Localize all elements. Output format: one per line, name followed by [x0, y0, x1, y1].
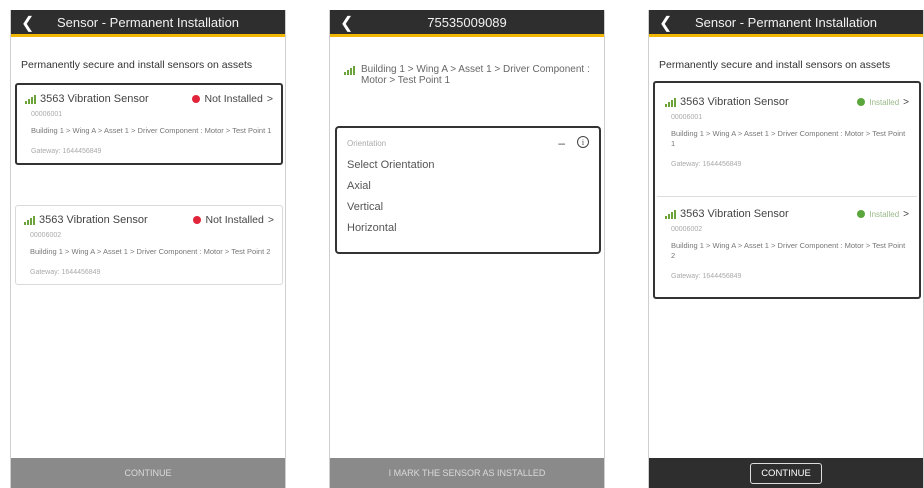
signal-bars-icon [24, 215, 35, 225]
screen-title: Sensor - Permanent Installation [694, 14, 878, 30]
sensor-serial: 00006001 [31, 111, 63, 118]
asset-breadcrumb: Building 1 > Wing A > Asset 1 > Driver C… [330, 37, 604, 86]
info-icon[interactable]: i [577, 136, 589, 148]
mark-installed-button[interactable]: I MARK THE SENSOR AS INSTALLED [330, 458, 604, 488]
intro-text: Permanently secure and install sensors o… [21, 59, 253, 71]
chevron-right-icon: > [903, 208, 909, 220]
sensor-name-row: 3563 Vibration Sensor [25, 93, 149, 105]
status-badge: Installed > [857, 209, 909, 220]
sensor-name: 3563 Vibration Sensor [39, 214, 148, 226]
divider [657, 196, 917, 197]
continue-bar: CONTINUE [649, 458, 923, 488]
sensor-name: 3563 Vibration Sensor [680, 208, 789, 220]
sensor-path: Building 1 > Wing A > Asset 1 > Driver C… [671, 129, 906, 148]
option-vertical[interactable]: Vertical [347, 201, 589, 213]
option-axial[interactable]: Axial [347, 180, 589, 192]
top-bar: ❮ Sensor - Permanent Installation [11, 10, 285, 37]
status-badge: Not Installed > [193, 214, 274, 226]
status-badge: Not Installed > [192, 93, 273, 105]
sensor-name-row: 3563 Vibration Sensor [665, 96, 789, 108]
dropdown-icons: – i [558, 136, 589, 150]
sensor-gateway: Gateway: 1644456849 [671, 273, 742, 280]
status-dot-icon [192, 95, 201, 103]
status-badge: Installed > [857, 97, 909, 108]
continue-label: CONTINUE [124, 468, 172, 478]
continue-button[interactable]: CONTINUE [11, 458, 285, 488]
sensor-name: 3563 Vibration Sensor [680, 96, 789, 108]
status-dot-icon [857, 210, 866, 218]
sensor-gateway: Gateway: 1644456849 [671, 161, 742, 168]
asset-path: Building 1 > Wing A > Asset 1 > Driver C… [361, 64, 590, 86]
status-text: Not Installed [205, 214, 264, 226]
back-chevron-icon[interactable]: ❮ [21, 13, 34, 33]
sensor-card-1[interactable]: 3563 Vibration Sensor Installed > 000060… [657, 88, 917, 176]
phone-screen-3: ❮ Sensor - Permanent Installation Perman… [648, 10, 924, 488]
signal-bars-icon [665, 97, 676, 107]
sensor-card-2[interactable]: 3563 Vibration Sensor Installed > 000060… [657, 200, 917, 288]
sensor-gateway: Gateway: 1644456849 [31, 148, 102, 155]
mark-installed-label: I MARK THE SENSOR AS INSTALLED [388, 468, 546, 478]
sensor-path: Building 1 > Wing A > Asset 1 > Driver C… [30, 247, 271, 256]
minus-icon[interactable]: – [558, 136, 565, 150]
back-chevron-icon[interactable]: ❮ [659, 13, 672, 33]
chevron-right-icon: > [903, 96, 909, 108]
option-horizontal[interactable]: Horizontal [347, 222, 589, 234]
option-select-orientation[interactable]: Select Orientation [347, 159, 589, 171]
status-text: Installed [869, 97, 900, 107]
back-chevron-icon[interactable]: ❮ [340, 13, 353, 33]
signal-bars-icon [665, 209, 676, 219]
continue-button[interactable]: CONTINUE [750, 462, 822, 484]
screen-title: Sensor - Permanent Installation [56, 14, 240, 30]
top-bar: ❮ Sensor - Permanent Installation [649, 10, 923, 37]
signal-bars-icon [25, 94, 36, 104]
status-dot-icon [193, 216, 202, 224]
status-text: Not Installed [204, 93, 263, 105]
sensor-name-row: 3563 Vibration Sensor [665, 208, 789, 220]
orientation-dropdown[interactable]: Orientation – i Select Orientation Axial… [335, 126, 601, 254]
status-text: Installed [869, 209, 900, 219]
phone-screen-2: ❮ 75535009089 Building 1 > Wing A > Asse… [329, 10, 605, 488]
sensor-serial: 00006001 [671, 114, 703, 121]
sensor-serial: 00006002 [671, 226, 703, 233]
chevron-right-icon: > [267, 214, 274, 226]
intro-text: Permanently secure and install sensors o… [659, 59, 891, 71]
sensor-name-row: 3563 Vibration Sensor [24, 214, 148, 226]
phone-screen-1: ❮ Sensor - Permanent Installation Perman… [10, 10, 286, 488]
sensor-name: 3563 Vibration Sensor [40, 93, 149, 105]
sensor-path: Building 1 > Wing A > Asset 1 > Driver C… [31, 126, 272, 135]
top-bar: ❮ 75535009089 [330, 10, 604, 37]
screen-title: 75535009089 [427, 14, 507, 30]
sensor-serial: 00006002 [30, 232, 62, 239]
sensor-card-1[interactable]: 3563 Vibration Sensor Not Installed > 00… [15, 83, 283, 165]
sensor-path: Building 1 > Wing A > Asset 1 > Driver C… [671, 241, 906, 260]
sensor-gateway: Gateway: 1644456849 [30, 269, 101, 276]
dropdown-label: Orientation [347, 138, 387, 148]
signal-bars-icon [344, 66, 355, 75]
status-dot-icon [857, 98, 866, 106]
chevron-right-icon: > [266, 93, 273, 105]
sensor-card-2[interactable]: 3563 Vibration Sensor Not Installed > 00… [15, 205, 283, 285]
